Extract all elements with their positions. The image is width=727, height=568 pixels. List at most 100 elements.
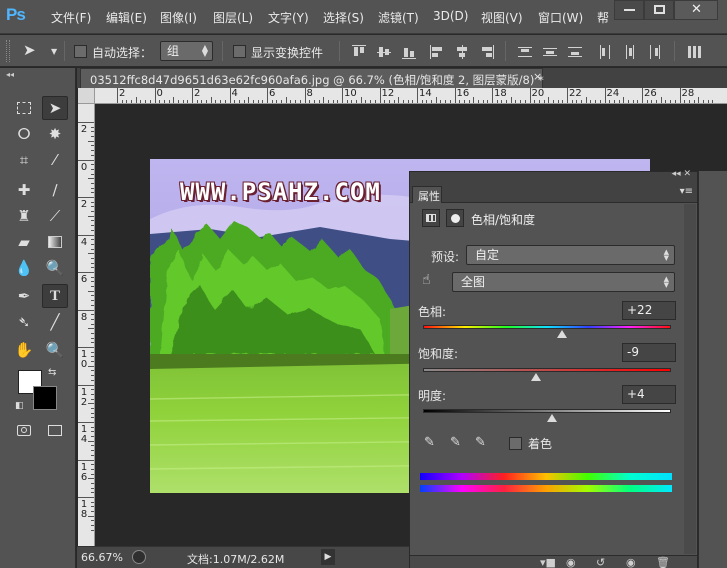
eyedropper-icon[interactable]: ✎ [424,435,440,451]
distribute-vcenter-icon[interactable] [543,45,557,59]
view-previous-icon[interactable]: ◉ [566,556,576,568]
horizontal-ruler[interactable]: 2 0 2 4 6 8 10 12 14 16 18 20 22 24 26 28 [95,88,727,104]
panel-scrollbar[interactable] [684,204,696,554]
crop-icon[interactable]: ⌗ [11,148,37,172]
align-right-icon[interactable] [480,45,494,59]
visibility-icon[interactable]: ◉ [626,556,636,568]
move-icon[interactable]: ➤ [42,96,68,120]
document-tab-title: 03512ffc8d47d9651d63e62fc960afa6.jpg @ 6… [90,73,544,87]
status-menu-arrow-icon[interactable]: ▶ [321,549,335,565]
vertical-ruler[interactable]: 2 0 2 4 6 8 1 0 1 2 1 4 1 6 1 8 [78,104,95,546]
close-button[interactable]: ✕ [674,0,718,20]
menu-type[interactable]: 文字(Y) [268,9,309,26]
history-brush-icon[interactable]: ⟋ [42,204,68,228]
document-tab[interactable]: 03512ffc8d47d9651d63e62fc960afa6.jpg @ 6… [80,68,544,88]
menu-image[interactable]: 图像(I) [160,9,197,26]
delete-icon[interactable]: 🗑 [656,556,670,568]
collapse-panel-icon[interactable]: ◂◂ ✕ [672,169,691,179]
menu-edit[interactable]: 编辑(E) [106,9,147,26]
distribute-top-icon[interactable] [518,45,532,59]
lightness-slider-thumb[interactable] [546,414,557,422]
menu-bar: Ps 文件(F) 编辑(E) 图像(I) 图层(L) 文字(Y) 选择(S) 滤… [0,0,727,34]
swap-colors-icon[interactable]: ⇆ [48,367,56,378]
clone-stamp-icon[interactable]: ♜ [11,204,37,228]
menu-filter[interactable]: 滤镜(T) [378,9,419,26]
saturation-slider-thumb[interactable] [530,373,541,381]
dodge-icon[interactable]: 🔍 [42,256,68,280]
auto-select-checkbox[interactable] [74,45,87,58]
align-top-icon[interactable] [352,45,366,59]
lasso-icon[interactable]: ⵔ [11,122,37,146]
lightness-input[interactable]: +4 [622,385,676,404]
menu-help[interactable]: 帮 [597,9,609,26]
saturation-input[interactable]: -9 [622,343,676,362]
ruler-minor-tick [91,412,94,414]
status-info-icon[interactable] [132,550,146,564]
saturation-slider-track[interactable] [423,368,671,372]
close-tab-icon[interactable]: × [533,70,542,83]
eraser-icon[interactable]: ▰ [11,230,37,254]
align-hcenter-icon[interactable] [455,45,469,59]
hue-input[interactable]: +22 [622,301,676,320]
path-selection-icon[interactable]: ➴ [11,310,37,334]
ruler-origin[interactable] [78,88,95,104]
eyedropper-plus-icon[interactable]: ✎ [450,435,466,451]
lightness-label: 明度: [418,389,447,403]
channel-select[interactable]: 全图 ▲ ▼ [452,272,675,292]
brush-icon[interactable]: ∕ [42,178,68,202]
ruler-major-tick [78,272,94,273]
minimize-button[interactable] [614,0,644,20]
auto-align-icon[interactable] [688,45,702,59]
distribute-hcenter-icon[interactable] [623,45,637,59]
align-vcenter-icon[interactable] [377,45,391,59]
type-icon[interactable]: T [42,284,68,308]
adjustment-icon[interactable] [422,209,440,227]
hue-slider-track[interactable] [423,325,671,329]
align-bottom-icon[interactable] [402,45,416,59]
tab-properties[interactable]: 属性 [412,186,442,203]
eyedropper-icon[interactable]: ⁄ [42,148,68,172]
distribute-right-icon[interactable] [648,45,662,59]
menu-select[interactable]: 选择(S) [323,9,364,26]
clip-to-layer-icon[interactable]: ▾■ [540,556,556,568]
menu-3d[interactable]: 3D(D) [433,9,468,23]
healing-brush-icon[interactable]: ✚ [11,178,37,202]
reset-icon[interactable]: ↺ [596,556,605,568]
pen-icon[interactable]: ✒ [11,284,37,308]
gradient-icon[interactable] [42,230,68,254]
layer-mask-icon[interactable] [446,209,464,227]
default-colors-icon[interactable]: ◧ [15,401,24,411]
align-left-icon[interactable] [430,45,444,59]
panel-collapse-bar[interactable]: ◂◂ ✕ [410,169,697,184]
show-transform-checkbox[interactable] [233,45,246,58]
collapse-toolbox-icon[interactable]: ◂◂ [6,70,14,79]
distribute-bottom-icon[interactable] [568,45,582,59]
menu-layer[interactable]: 图层(L) [213,9,253,26]
maximize-button[interactable] [644,0,674,20]
menu-view[interactable]: 视图(V) [481,9,523,26]
chevron-down-icon[interactable]: ▼ [51,47,57,56]
screen-mode-icon[interactable] [42,418,68,442]
ruler-minor-tick [91,473,94,475]
lightness-slider-track[interactable] [423,409,671,413]
magic-wand-icon[interactable]: ✸ [42,122,68,146]
background-color-swatch[interactable] [33,386,57,410]
on-image-adjust-hand-icon[interactable]: ☝ [422,272,431,288]
distribute-left-icon[interactable] [598,45,612,59]
panel-menu-icon[interactable]: ▾≡ [680,186,693,197]
line-icon[interactable]: ╱ [42,310,68,334]
zoom-level[interactable]: 66.67% [81,551,123,564]
preset-select[interactable]: 自定 ▲ ▼ [466,245,675,265]
zoom-icon[interactable]: 🔍 [42,338,68,362]
menu-window[interactable]: 窗口(W) [538,9,583,26]
eyedropper-minus-icon[interactable]: ✎ [475,435,491,451]
blur-icon[interactable]: 💧 [11,256,37,280]
hand-icon[interactable]: ✋ [11,338,37,362]
marquee-icon[interactable] [11,96,37,120]
menu-file[interactable]: 文件(F) [51,9,91,26]
move-tool-preset-icon[interactable]: ➤ [23,41,36,59]
colorize-checkbox[interactable] [509,437,522,450]
quick-mask-icon[interactable] [11,418,37,442]
hue-slider-thumb[interactable] [557,330,568,338]
auto-select-target-select[interactable]: 组 ▲ ▼ [160,41,213,61]
